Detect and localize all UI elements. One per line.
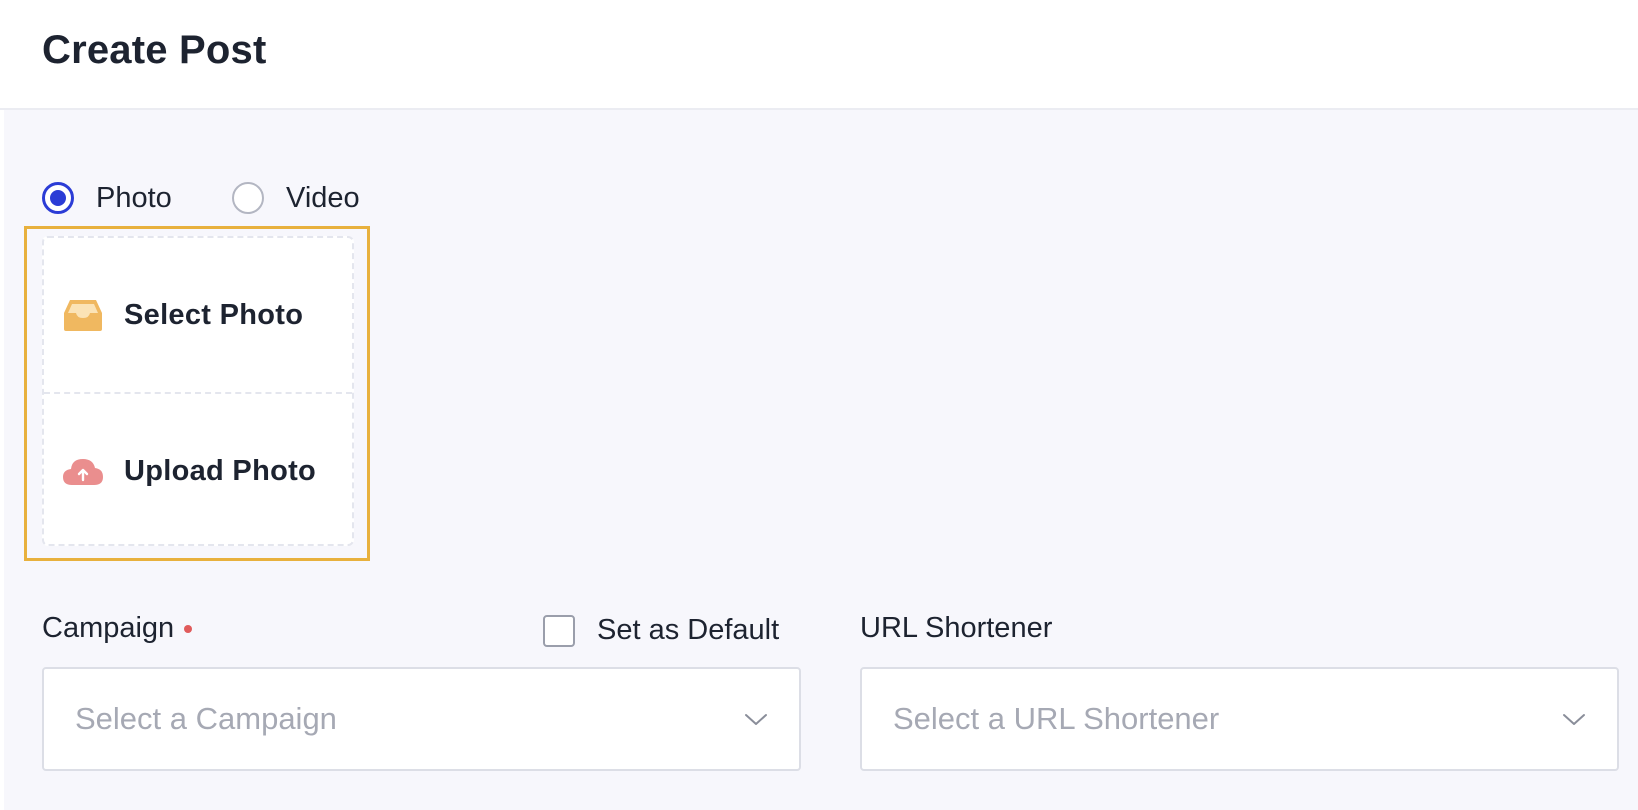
url-shortener-select[interactable]: Select a URL Shortener [860, 667, 1619, 771]
select-photo-label: Select Photo [124, 298, 304, 331]
url-shortener-select-placeholder: Select a URL Shortener [893, 701, 1220, 736]
cloud-upload-icon [62, 450, 104, 492]
select-photo-button[interactable]: Select Photo [44, 238, 352, 394]
campaign-select[interactable]: Select a Campaign [42, 667, 801, 771]
media-picker-panel: Select Photo Upload Photo [42, 236, 354, 546]
url-shortener-label: URL Shortener [860, 612, 1053, 644]
video-radio-label: Video [286, 181, 360, 214]
upload-photo-label: Upload Photo [124, 454, 317, 487]
inbox-tray-icon [62, 294, 104, 336]
set-as-default-checkbox[interactable]: Set as Default [543, 614, 779, 647]
chevron-down-icon [745, 714, 767, 725]
set-as-default-label: Set as Default [597, 614, 780, 646]
campaign-label: Campaign [42, 612, 193, 645]
photo-radio-label: Photo [96, 181, 172, 214]
required-indicator [184, 625, 193, 634]
video-radio[interactable]: Video [232, 178, 360, 218]
page-header: Create Post [0, 0, 1638, 110]
video-radio-circle[interactable] [232, 182, 264, 214]
campaign-select-placeholder: Select a Campaign [75, 701, 337, 736]
page-title: Create Post [42, 28, 267, 72]
photo-radio-circle[interactable] [42, 182, 74, 214]
upload-photo-button[interactable]: Upload Photo [44, 394, 352, 548]
chevron-down-icon [1563, 714, 1585, 725]
photo-radio[interactable]: Photo [42, 178, 172, 218]
campaign-label-text: Campaign [42, 612, 175, 644]
set-as-default-box[interactable] [543, 614, 575, 647]
